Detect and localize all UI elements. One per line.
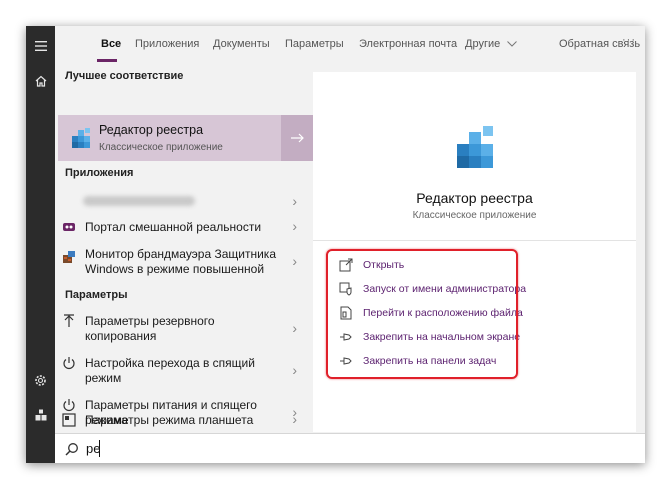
tab-documents[interactable]: Документы: [213, 38, 270, 50]
details-pane: Редактор реестра Классическое приложение…: [313, 72, 636, 432]
list-item[interactable]: ›: [55, 191, 313, 213]
chevron-down-icon: [507, 41, 518, 47]
results-list: Лучшее соответствие Редактор реестра Кла…: [55, 63, 315, 433]
search-icon: [65, 443, 78, 456]
best-match-header: Лучшее соответствие: [65, 70, 184, 82]
settings-header: Параметры: [65, 289, 128, 301]
list-item[interactable]: Параметры резервного копирования ›: [55, 311, 313, 347]
list-item[interactable]: Портал смешанной реальности ›: [55, 215, 313, 239]
apps-header: Приложения: [65, 167, 134, 179]
highlight-annotation-box: [326, 249, 518, 379]
details-title: Редактор реестра: [416, 190, 533, 206]
divider: [313, 240, 636, 241]
expand-details-button[interactable]: [281, 115, 315, 161]
list-item[interactable]: Настройка перехода в спящий режим ›: [55, 353, 313, 389]
home-icon[interactable]: [26, 67, 55, 95]
chevron-right-icon: ›: [292, 193, 297, 209]
registry-editor-large-icon: [457, 126, 493, 168]
tab-email[interactable]: Электронная почта: [359, 38, 457, 50]
tab-all[interactable]: Все: [101, 38, 121, 50]
power-icon: [63, 357, 75, 370]
left-rail: [26, 26, 55, 463]
app-item-label: Портал смешанной реальности: [85, 220, 262, 234]
arrow-right-icon: [291, 133, 304, 143]
app-item-label: Монитор брандмауэра Защитника Windows в …: [85, 247, 276, 276]
gear-icon[interactable]: [26, 366, 55, 394]
best-match-subtitle: Классическое приложение: [99, 142, 223, 153]
chevron-right-icon: ›: [292, 320, 297, 336]
tab-more-label: Другие: [465, 38, 501, 50]
list-item[interactable]: Монитор брандмауэра Защитника Windows в …: [55, 243, 313, 281]
active-tab-indicator: [97, 59, 117, 62]
mixed-reality-icon: [63, 223, 75, 231]
best-match-title: Редактор реестра: [99, 123, 204, 137]
search-box[interactable]: ре: [55, 433, 645, 463]
tablet-mode-icon: [62, 413, 76, 427]
chevron-right-icon: ›: [292, 362, 297, 378]
best-match-item[interactable]: Редактор реестра Классическое приложение: [58, 115, 315, 161]
chevron-right-icon: ›: [292, 411, 297, 427]
setting-item-label: Параметры режима планшета: [85, 413, 254, 427]
user-icon[interactable]: [26, 401, 55, 429]
tab-settings[interactable]: Параметры: [285, 38, 344, 50]
chevron-right-icon: ›: [292, 253, 297, 269]
more-options-button[interactable]: ···: [622, 34, 636, 46]
tab-apps[interactable]: Приложения: [135, 38, 199, 50]
blurred-app-entry: [83, 196, 195, 206]
registry-editor-icon: [72, 128, 90, 148]
list-item[interactable]: Параметры режима планшета ›: [55, 410, 313, 432]
tab-more-categories[interactable]: Другие: [465, 38, 518, 50]
setting-item-label: Параметры резервного копирования: [85, 314, 215, 343]
setting-item-label: Настройка перехода в спящий режим: [85, 356, 255, 385]
backup-icon: [64, 314, 74, 327]
details-subtitle: Классическое приложение: [412, 210, 537, 221]
filter-tabs: Все Приложения Документы Параметры Элект…: [55, 26, 645, 63]
search-window: Все Приложения Документы Параметры Элект…: [26, 26, 645, 463]
firewall-icon: [63, 251, 75, 263]
hamburger-icon[interactable]: [26, 32, 55, 60]
text-caret: [99, 440, 100, 457]
chevron-right-icon: ›: [292, 218, 297, 234]
